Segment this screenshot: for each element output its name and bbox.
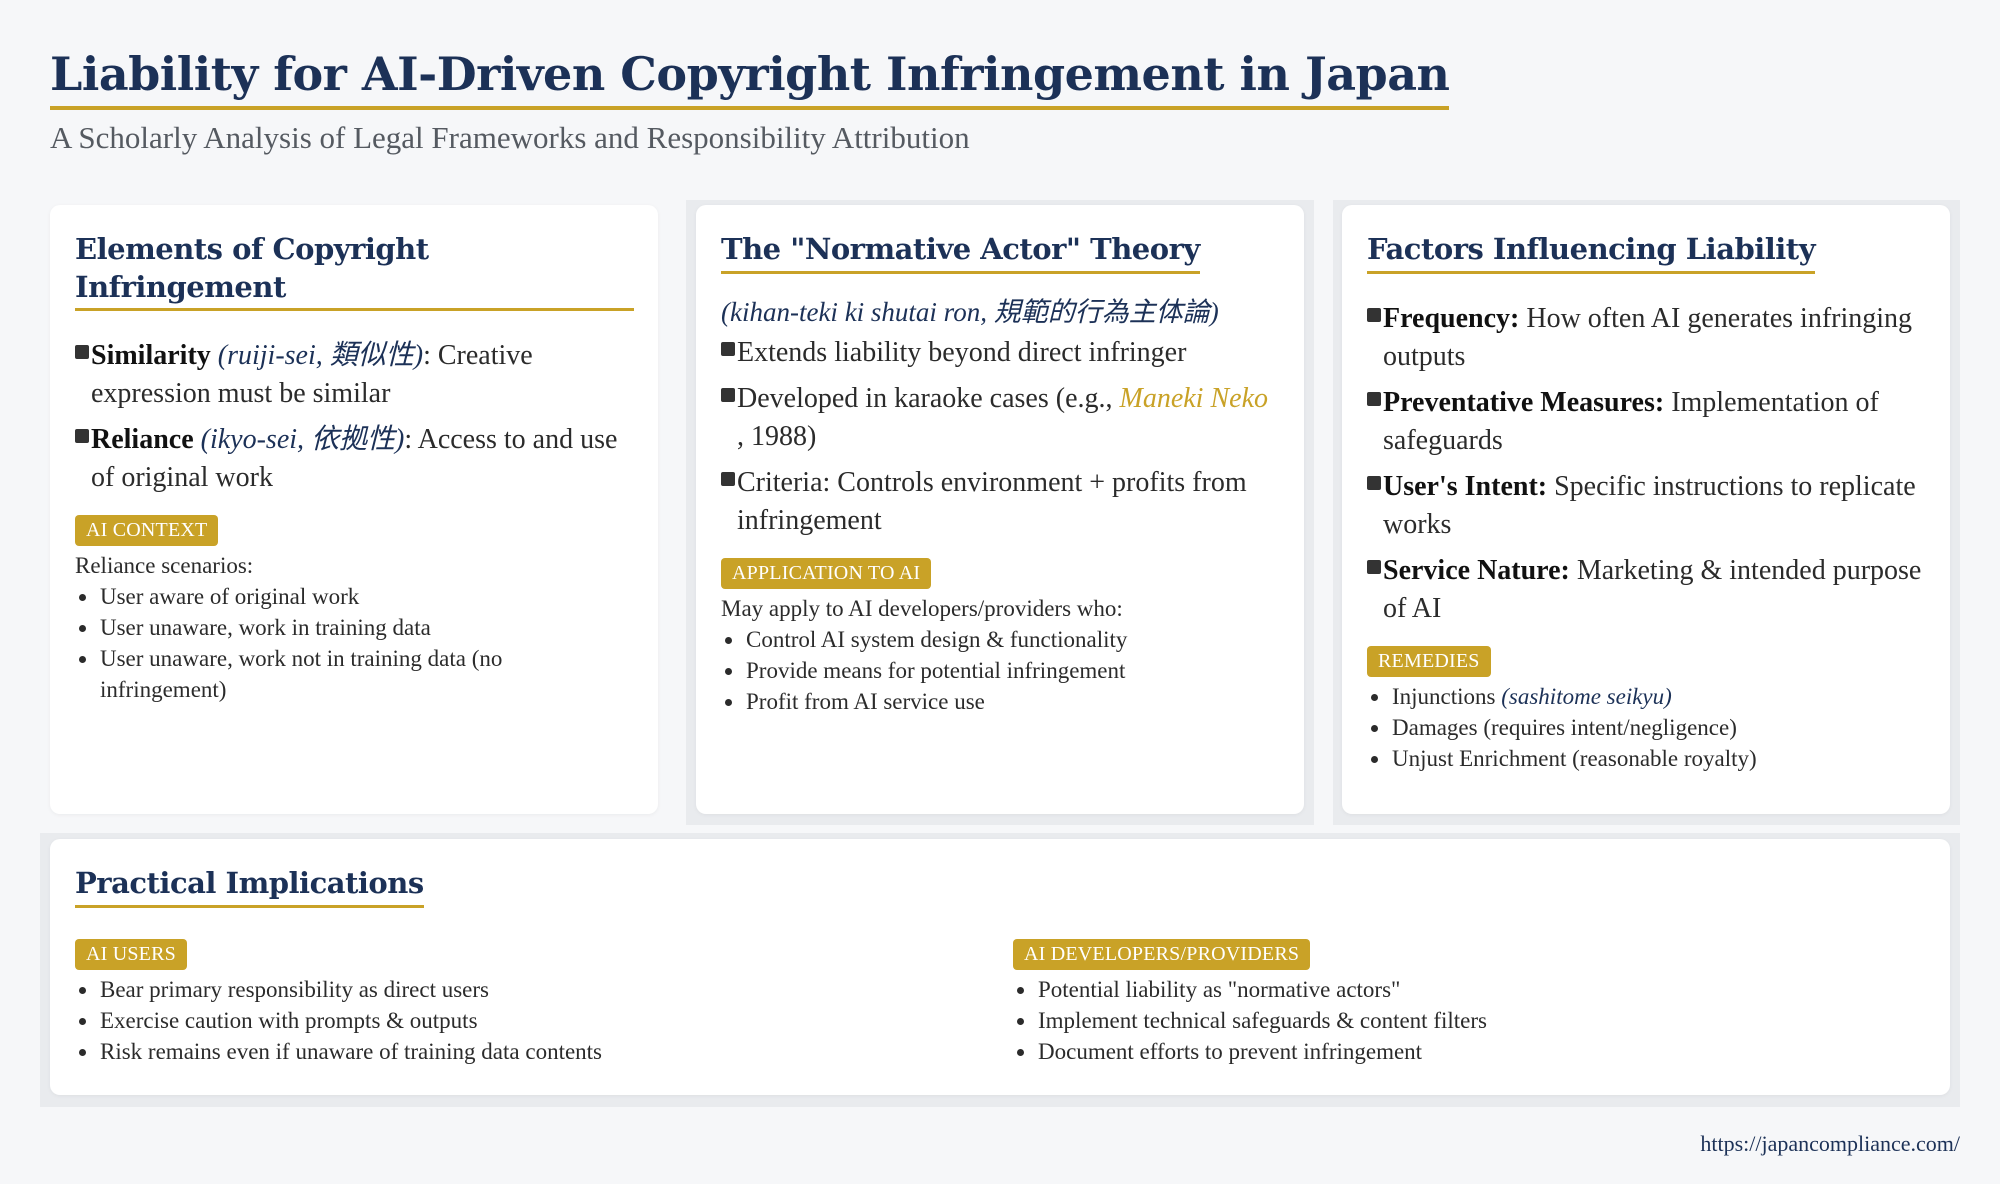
application-to-ai-badge: APPLICATION TO AI [721,557,932,589]
square-bullet-icon [1367,307,1381,322]
list-item: Potential liability as "normative actors… [1013,974,1913,1005]
normative-actor-card: The "Normative Actor" Theory (kihan-teki… [696,205,1304,814]
square-bullet-icon [1367,475,1381,490]
source-url-link[interactable]: https://japancompliance.com/ [1700,1131,1960,1157]
normative-item-text: Extends liability beyond direct infringe… [737,336,1187,368]
remedy-text: Injunctions [1392,683,1502,709]
square-bullet-icon [1367,559,1381,574]
list-item: Implement technical safeguards & content… [1013,1005,1913,1036]
list-item: Profit from AI service use [721,686,1280,717]
remedy-term: (sashitome seikyu) [1501,683,1672,709]
ai-developers-column: AI DEVELOPERS/PROVIDERS Potential liabil… [1013,939,1913,1067]
maneki-neko-case-link[interactable]: Maneki Neko [1120,383,1269,414]
implications-card-title: Practical Implications [75,865,424,908]
ai-users-list: Bear primary responsibility as direct us… [75,974,955,1067]
ai-users-column: AI USERS Bear primary responsibility as … [75,939,955,1067]
element-label: Similarity [91,340,211,372]
elements-card-title: Elements of Copyright Infringement [75,231,634,312]
factor-label: User's Intent: [1383,470,1548,502]
elements-card: Elements of Copyright Infringement Simil… [50,205,658,814]
application-list: Control AI system design & functionality… [721,624,1280,717]
factor-item-users-intent: User's Intent: Specific instructions to … [1367,468,1926,544]
normative-item: Extends liability beyond direct infringe… [721,334,1280,372]
list-item: Damages (requires intent/negligence) [1367,712,1926,743]
list-item: Injunctions (sashitome seikyu) [1367,681,1926,712]
normative-card-title: The "Normative Actor" Theory [721,231,1200,274]
element-item-similarity: Similarity (ruiji-sei, 類似性): Creative ex… [75,337,634,413]
element-item-reliance: Reliance (ikyo-sei, 依拠性): Access to and … [75,421,634,497]
list-item: User aware of original work [75,581,634,612]
list-item: Control AI system design & functionality [721,624,1280,655]
factor-label: Service Nature: [1383,554,1570,586]
reliance-intro: Reliance scenarios: [75,553,254,579]
list-item: Unjust Enrichment (reasonable royalty) [1367,743,1926,774]
factor-item-frequency: Frequency: How often AI generates infrin… [1367,300,1926,376]
ai-developers-list: Potential liability as "normative actors… [1013,974,1913,1067]
normative-card-subtitle: (kihan-teki ki shutai ron, 規範的行為主体論) [721,296,1219,327]
normative-item-text: , 1988) [737,420,817,452]
list-item: Bear primary responsibility as direct us… [75,974,955,1005]
normative-item: Developed in karaoke cases (e.g., Maneki… [721,380,1280,456]
element-label: Reliance [91,424,194,456]
square-bullet-icon [721,387,735,402]
square-bullet-icon [721,341,735,356]
ai-context-badge: AI CONTEXT [75,515,219,547]
factors-card: Factors Influencing Liability Frequency:… [1342,205,1950,814]
reliance-scenarios-list: User aware of original work User unaware… [75,581,634,705]
square-bullet-icon [75,345,89,360]
factor-item-service-nature: Service Nature: Marketing & intended pur… [1367,552,1926,628]
list-item: Document efforts to prevent infringement [1013,1036,1913,1067]
page-title: Liability for AI-Driven Copyright Infrin… [50,46,1450,110]
remedies-list: Injunctions (sashitome seikyu) Damages (… [1367,681,1926,774]
element-term: (ikyo-sei, 依拠性) [200,424,405,456]
factors-card-title: Factors Influencing Liability [1367,231,1816,274]
normative-item: Criteria: Controls environment + profits… [721,464,1280,540]
list-item: Risk remains even if unaware of training… [75,1036,955,1067]
factor-item-preventative-measures: Preventative Measures: Implementation of… [1367,384,1926,460]
page-subtitle: A Scholarly Analysis of Legal Frameworks… [50,119,970,155]
list-item: User unaware, work not in training data … [75,643,634,705]
square-bullet-icon [75,429,89,444]
ai-users-badge: AI USERS [75,939,187,970]
normative-item-text: Developed in karaoke cases (e.g., [737,382,1120,414]
element-term: (ruiji-sei, 類似性) [217,340,424,372]
normative-item-text: Criteria: Controls environment + profits… [737,466,1247,536]
factor-label: Preventative Measures: [1383,386,1665,418]
factor-label: Frequency: [1383,302,1520,334]
ai-developers-badge: AI DEVELOPERS/PROVIDERS [1013,939,1311,970]
implications-card: Practical Implications AI USERS Bear pri… [50,839,1950,1095]
list-item: Provide means for potential infringement [721,655,1280,686]
remedies-badge: REMEDIES [1367,645,1491,677]
header: Liability for AI-Driven Copyright Infrin… [50,46,1450,156]
application-intro: May apply to AI developers/providers who… [721,595,1123,621]
square-bullet-icon [1367,391,1381,406]
list-item: User unaware, work in training data [75,612,634,643]
square-bullet-icon [721,471,735,486]
list-item: Exercise caution with prompts & outputs [75,1005,955,1036]
